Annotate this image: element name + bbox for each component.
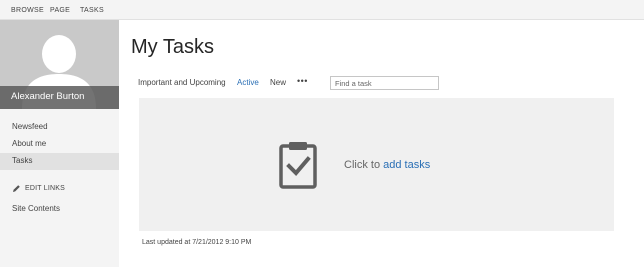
profile-name-bar: Alexander Burton (0, 86, 119, 109)
profile-name[interactable]: Alexander Burton (11, 91, 84, 102)
ribbon-tab-tasks[interactable]: TASKS (80, 7, 104, 14)
view-important-upcoming[interactable]: Important and Upcoming (138, 78, 226, 87)
more-views-button[interactable]: ••• (297, 76, 308, 86)
sidebar-item-about-me[interactable]: About me (0, 136, 119, 153)
sidebar: Alexander Burton Newsfeed About me Tasks… (0, 20, 119, 267)
task-panel: Click to add tasks (139, 98, 614, 231)
sidebar-item-site-contents[interactable]: Site Contents (0, 201, 119, 218)
pencil-icon (13, 185, 20, 192)
sidebar-item-label: Newsfeed (12, 122, 48, 131)
empty-state-prefix: Click to (344, 159, 384, 171)
ribbon-tab-page[interactable]: PAGE (50, 7, 70, 14)
ribbon-tab-browse[interactable]: BROWSE (11, 7, 44, 14)
ribbon: BROWSE PAGE TASKS (0, 0, 644, 20)
main-content: My Tasks Important and Upcoming Active N… (119, 20, 644, 267)
last-updated-text: Last updated at 7/21/2012 9:10 PM (142, 239, 252, 246)
page-title: My Tasks (131, 36, 214, 58)
sidebar-item-label: Tasks (12, 156, 33, 165)
sidebar-item-newsfeed[interactable]: Newsfeed (0, 119, 119, 136)
find-task-input[interactable] (330, 76, 439, 90)
sidebar-item-label: Site Contents (12, 204, 61, 213)
sidebar-item-label: About me (12, 139, 47, 148)
view-new[interactable]: New (270, 78, 286, 87)
view-active[interactable]: Active (237, 78, 259, 87)
clipboard-check-icon (279, 142, 317, 189)
empty-state-message: Click to add tasks (344, 159, 430, 171)
profile-card[interactable]: Alexander Burton (0, 20, 119, 109)
edit-links-button[interactable]: EDIT LINKS (0, 181, 119, 198)
edit-links-label: EDIT LINKS (25, 185, 65, 192)
sidebar-item-tasks[interactable]: Tasks (0, 153, 119, 170)
add-tasks-link[interactable]: add tasks (383, 159, 430, 171)
